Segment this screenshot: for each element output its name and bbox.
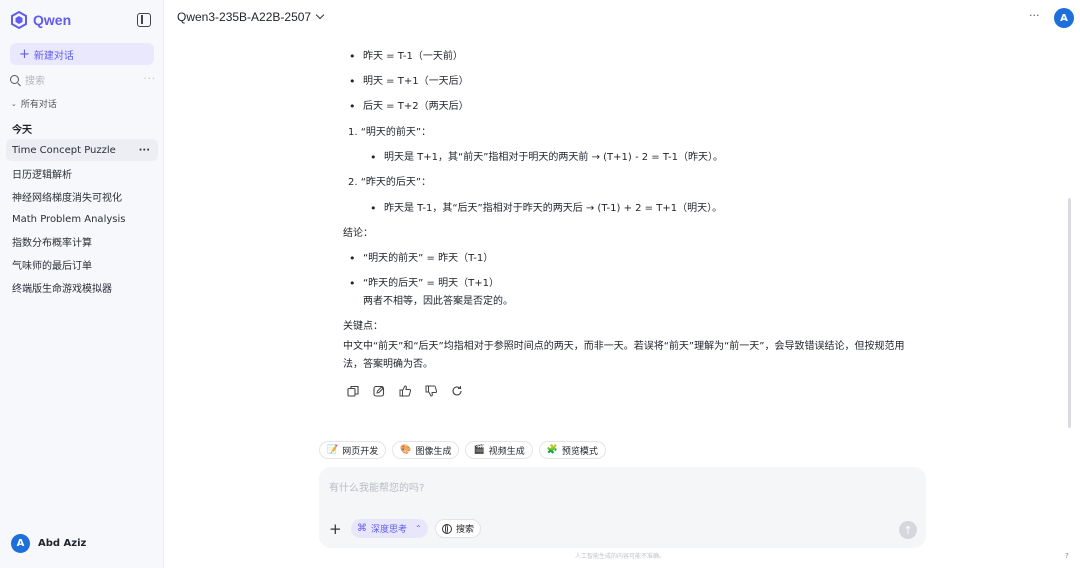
- chip-icon: 📝: [327, 445, 339, 455]
- send-button[interactable]: ↑: [899, 521, 917, 539]
- conversation-title: 神经网络梯度消失可视化: [12, 192, 122, 204]
- header-avatar[interactable]: A: [1054, 8, 1074, 28]
- web-search-label: 搜索: [456, 525, 475, 535]
- new-chat-button[interactable]: + 新建对话: [10, 43, 154, 65]
- conversation-title: Time Concept Puzzle: [12, 144, 116, 156]
- suggestion-chips: 📝 网页开发 🎨 图像生成 🎬 视频生成 🧩 预览模式: [319, 441, 606, 459]
- header-more-icon[interactable]: ···: [1029, 9, 1040, 22]
- chip-icon: 🎨: [400, 445, 412, 455]
- message-actions: [347, 385, 463, 397]
- web-search-toggle[interactable]: 搜索: [435, 519, 482, 538]
- list-item: 昨天是 T-1，其“后天”指相对于昨天的两天后 → (T-1) + 2 = T+…: [370, 202, 722, 216]
- list-item: “明天的前天” = 昨天（T-1）: [349, 252, 493, 266]
- conversation-item[interactable]: 终端版生命游戏模拟器: [6, 276, 158, 298]
- list-item: 明天 = T+1（一天后）: [349, 75, 469, 89]
- scrollbar[interactable]: [1068, 198, 1071, 428]
- list-item-continuation: 两者不相等，因此答案是否定的。: [363, 296, 513, 307]
- all-chats-label: 所有对话: [20, 100, 57, 110]
- search-icon: [10, 74, 19, 84]
- conversation-title: 气味师的最后订单: [12, 260, 92, 272]
- user-name: Abd Aziz: [38, 538, 87, 549]
- disclaimer: 人工智能生成的内容可能不准确。: [574, 553, 665, 560]
- model-selector[interactable]: Qwen3-235B-A22B-2507: [177, 10, 325, 24]
- conversation-item[interactable]: 神经网络梯度消失可视化: [6, 185, 158, 207]
- list-item: 后天 = T+2（两天后）: [349, 100, 469, 114]
- conversation-item[interactable]: Time Concept Puzzle ···: [6, 139, 158, 161]
- list-item-heading: 1. “明天的前天”：: [348, 127, 432, 138]
- chat-input-box[interactable]: 有什么我能帮您的吗? + ⌘ 深度思考 ⌃ 搜索 ↑: [319, 467, 926, 548]
- model-name: Qwen3-235B-A22B-2507: [177, 10, 312, 24]
- list-item: 昨天 = T-1（一天前）: [349, 50, 463, 64]
- brand-name: Qwen: [33, 12, 72, 28]
- help-icon[interactable]: ?: [1065, 552, 1069, 560]
- qwen-logo-icon: [11, 11, 27, 29]
- conversation-title: Math Problem Analysis: [12, 213, 126, 225]
- conversation-item[interactable]: 气味师的最后订单: [6, 253, 158, 275]
- copy-icon[interactable]: [347, 385, 359, 397]
- globe-icon: [442, 523, 452, 534]
- chip-icon: 🎬: [473, 445, 485, 455]
- chip-label: 预览模式: [561, 446, 598, 457]
- chevron-down-icon: ⌄: [11, 99, 17, 108]
- thumbs-up-icon[interactable]: [399, 385, 411, 397]
- key-point-text: 中文中“前天”和“后天”均指相对于参照时间点的两天，而非一天。若误将“前天”理解…: [343, 341, 905, 370]
- chip-preview-mode[interactable]: 🧩 预览模式: [538, 441, 606, 459]
- thumbs-down-icon[interactable]: [425, 385, 437, 397]
- conversation-more-icon[interactable]: ···: [139, 145, 150, 156]
- today-heading: 今天: [12, 125, 32, 136]
- attach-plus-icon[interactable]: +: [329, 522, 342, 537]
- new-chat-label: 新建对话: [33, 50, 74, 62]
- list-item-heading: 2. “昨天的后天”：: [348, 177, 432, 188]
- logo[interactable]: Qwen: [10, 11, 71, 29]
- plus-icon: +: [19, 46, 30, 62]
- chip-icon: 🧩: [546, 445, 558, 455]
- key-point-heading: 关键点：: [343, 321, 383, 332]
- deep-think-icon: ⌘: [357, 523, 367, 534]
- search-conversations[interactable]: 搜索 ···: [10, 72, 156, 87]
- sidebar: Qwen + 新建对话 搜索 ··· ⌄ 所有对话 今天 Time Concep…: [0, 0, 164, 568]
- chip-video-gen[interactable]: 🎬 视频生成: [465, 441, 533, 459]
- chip-label: 视频生成: [488, 446, 525, 457]
- regenerate-icon[interactable]: [451, 385, 463, 397]
- chip-web-dev[interactable]: 📝 网页开发: [319, 441, 387, 459]
- search-more-icon[interactable]: ···: [143, 74, 156, 85]
- edit-icon[interactable]: [373, 385, 385, 397]
- conversation-title: 日历逻辑解析: [12, 169, 72, 181]
- chip-image-gen[interactable]: 🎨 图像生成: [392, 441, 460, 459]
- conclusion-heading: 结论：: [343, 228, 373, 239]
- deep-think-label: 深度思考: [371, 525, 408, 535]
- conversation-item[interactable]: Math Problem Analysis: [6, 208, 158, 230]
- list-item: 明天是 T+1，其“前天”指相对于明天的两天前 → (T+1) - 2 = T-…: [370, 151, 723, 165]
- search-placeholder: 搜索: [25, 75, 45, 87]
- chip-label: 网页开发: [342, 446, 379, 457]
- all-chats-toggle[interactable]: ⌄ 所有对话: [11, 97, 57, 111]
- conversation-title: 终端版生命游戏模拟器: [12, 283, 112, 295]
- sidebar-toggle-icon[interactable]: [137, 13, 151, 27]
- chevron-down-icon: [315, 10, 325, 20]
- conversation-title: 指数分布概率计算: [12, 237, 92, 249]
- deep-think-toggle[interactable]: ⌘ 深度思考 ⌃: [351, 519, 428, 538]
- conversation-item[interactable]: 日历逻辑解析: [6, 162, 158, 184]
- conversation-item[interactable]: 指数分布概率计算: [6, 230, 158, 252]
- list-item: “昨天的后天” = 明天（T+1）: [349, 277, 499, 291]
- chat-input-placeholder[interactable]: 有什么我能帮您的吗?: [329, 479, 424, 494]
- chip-label: 图像生成: [415, 446, 452, 457]
- chevron-up-icon[interactable]: ⌃: [415, 524, 422, 533]
